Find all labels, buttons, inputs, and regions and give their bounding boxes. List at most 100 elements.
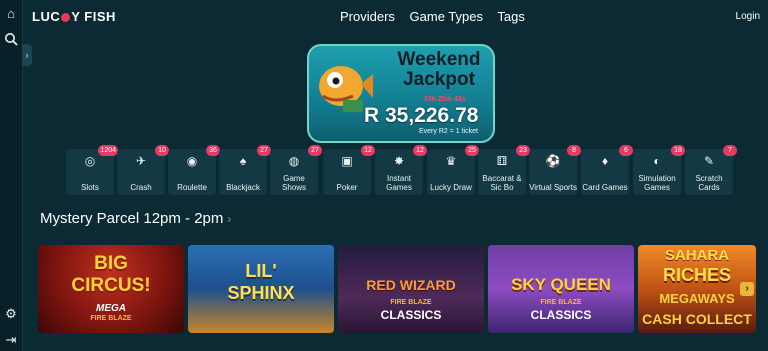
count-badge: 10 <box>155 145 169 156</box>
roulette-icon: ◉ <box>186 154 198 168</box>
count-badge: 6 <box>619 145 633 156</box>
count-badge: 36 <box>206 145 220 156</box>
baccarat-icon: ⚅ <box>496 154 508 168</box>
jackpot-amount: R 35,226.78 <box>364 104 479 127</box>
category-label: Crash <box>130 183 152 192</box>
simulation-games-icon: ◐ <box>653 154 661 168</box>
scratch-cards-icon: ✎ <box>703 154 715 168</box>
category-label: Roulette <box>177 183 207 192</box>
nav-tags[interactable]: Tags <box>497 9 524 24</box>
chevron-right-icon: › <box>227 212 232 226</box>
blackjack-icon: ♠ <box>239 154 247 168</box>
game-sub: CASH COLLECT <box>642 311 752 327</box>
left-rail: ⌂ ⚙ ⇥ <box>0 0 23 351</box>
category-virtual-sports[interactable]: ⚽ Virtual Sports 8 <box>529 145 581 195</box>
game-title-line1: RED WIZARD <box>366 277 456 293</box>
game-tile-lil-sphinx[interactable]: LIL' SPHINX <box>188 245 334 333</box>
category-label: Slots <box>81 183 99 192</box>
category-label: Lucky Draw <box>430 183 472 192</box>
category-roulette[interactable]: ◉ Roulette 36 <box>168 145 220 195</box>
jackpot-title-line1: Weekend <box>397 49 481 70</box>
category-baccarat-sic-bo[interactable]: ⚅ Baccarat & Sic Bo 23 <box>478 145 530 195</box>
game-title-line1: BIG <box>94 253 128 274</box>
game-title-line2: SPHINX <box>227 283 295 303</box>
category-simulation-games[interactable]: ◐ Simulation Games 18 <box>633 145 685 195</box>
crash-icon: ✈ <box>135 154 147 168</box>
category-slots[interactable]: ◎ Slots 1204 <box>66 145 118 195</box>
search-icon[interactable] <box>3 32 19 48</box>
game-shows-icon: ◍ <box>288 154 300 168</box>
category-label: Simulation Games <box>638 174 676 192</box>
game-sub: CLASSICS <box>380 308 442 322</box>
count-badge: 23 <box>516 145 530 156</box>
category-label: Game Shows <box>281 174 306 192</box>
category-card-games[interactable]: ♦ Card Games 6 <box>581 145 633 195</box>
count-badge: 7 <box>723 145 737 156</box>
count-badge: 27 <box>257 145 271 156</box>
game-sub: FIRE BLAZE <box>90 315 132 322</box>
main-nav: Providers Game Types Tags <box>340 9 536 24</box>
category-label: Blackjack <box>226 183 260 192</box>
game-title-line1: LIL' <box>245 261 277 281</box>
slots-icon: ◎ <box>84 154 96 168</box>
category-label: Instant Games <box>386 174 412 192</box>
game-tag: MEGA <box>96 303 126 314</box>
lucky-draw-icon: ♛ <box>445 154 457 168</box>
count-badge: 12 <box>361 145 375 156</box>
card-games-icon: ♦ <box>601 154 609 168</box>
count-badge: 18 <box>671 145 685 156</box>
count-badge: 8 <box>567 145 581 156</box>
category-poker[interactable]: ▣ Poker 12 <box>323 145 375 195</box>
count-badge: 25 <box>465 145 479 156</box>
game-tile-big-circus[interactable]: BIG CIRCUS! MEGA FIRE BLAZE <box>38 245 184 333</box>
game-tile-red-wizard[interactable]: RED WIZARD FIRE BLAZE CLASSICS <box>338 245 484 333</box>
jackpot-title: Weekend Jackpot <box>389 50 489 90</box>
jackpot-title-line2: Jackpot <box>403 69 475 90</box>
logo-text-end: Y FISH <box>71 9 116 24</box>
category-blackjack[interactable]: ♠ Blackjack 27 <box>219 145 271 195</box>
section-title[interactable]: Mystery Parcel 12pm - 2pm › <box>40 210 231 227</box>
category-lucky-draw[interactable]: ♛ Lucky Draw 25 <box>427 145 479 195</box>
count-badge: 1204 <box>98 145 118 156</box>
game-title-line1: SAHARA <box>664 247 730 264</box>
category-label: Scratch Cards <box>695 174 723 192</box>
category-scratch-cards[interactable]: ✎ Scratch Cards 7 <box>685 145 737 195</box>
brand-logo[interactable]: LUC Y FISH <box>32 9 116 24</box>
category-game-shows[interactable]: ◍ Game Shows 27 <box>270 145 322 195</box>
game-tile-sahara-riches[interactable]: SAHARA RICHES MEGAWAYS CASH COLLECT <box>638 245 756 333</box>
jackpot-ticket-note: Every R2 = 1 ticket <box>419 128 478 135</box>
carousel-next-button[interactable]: › <box>740 282 754 296</box>
game-sub: CLASSICS <box>530 308 592 322</box>
logo-dot-icon <box>61 13 71 22</box>
section-title-text: Mystery Parcel 12pm - 2pm <box>40 210 224 227</box>
game-title-line1: SKY QUEEN <box>511 275 611 294</box>
count-badge: 12 <box>413 145 427 156</box>
home-icon[interactable]: ⌂ <box>3 6 19 22</box>
top-header: LUC Y FISH Providers Game Types Tags Logi… <box>22 0 768 34</box>
game-tag: FIRE BLAZE <box>540 299 582 306</box>
category-instant-games[interactable]: ✸ Instant Games 12 <box>375 145 427 195</box>
logo-text-start: LUC <box>32 9 61 24</box>
game-tag: MEGAWAYS <box>659 291 735 306</box>
login-button[interactable]: Login <box>736 11 760 22</box>
category-label: Virtual Sports <box>529 183 577 192</box>
category-label: Card Games <box>582 183 628 192</box>
poker-icon: ▣ <box>341 154 353 168</box>
virtual-sports-icon: ⚽ <box>545 154 561 168</box>
category-crash[interactable]: ✈ Crash 10 <box>117 145 169 195</box>
category-label: Poker <box>336 183 358 192</box>
jackpot-banner[interactable]: Weekend Jackpot 10h 25m 43s R 35,226.78 … <box>307 44 495 143</box>
game-title-line2: CIRCUS! <box>71 275 151 296</box>
logout-icon[interactable]: ⇥ <box>3 332 19 348</box>
settings-icon[interactable]: ⚙ <box>3 306 19 322</box>
jackpot-timer: 10h 25m 43s <box>424 96 466 103</box>
category-label: Baccarat & Sic Bo <box>482 174 522 192</box>
nav-game-types[interactable]: Game Types <box>410 9 483 24</box>
nav-providers[interactable]: Providers <box>340 9 395 24</box>
game-tile-sky-queen[interactable]: SKY QUEEN FIRE BLAZE CLASSICS <box>488 245 634 333</box>
game-title-line2: RICHES <box>662 265 731 285</box>
game-tag: FIRE BLAZE <box>390 299 432 306</box>
instant-games-icon: ✸ <box>393 154 405 168</box>
count-badge: 27 <box>308 145 322 156</box>
sidebar-collapse-toggle[interactable]: › <box>22 44 32 66</box>
